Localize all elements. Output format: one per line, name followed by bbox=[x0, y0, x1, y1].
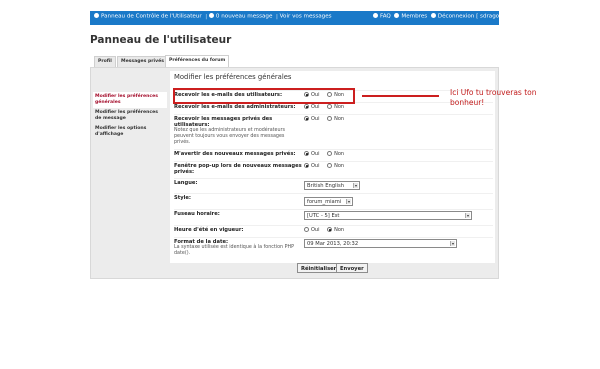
radio-yes-label: Oui bbox=[311, 227, 320, 233]
highlight-box bbox=[173, 88, 355, 104]
date-format-select[interactable]: 09 Mar 2013, 20:32 bbox=[304, 239, 457, 248]
chevron-down-icon bbox=[465, 213, 470, 218]
sidebar-item-display-options[interactable]: Modifier les options d'affichage bbox=[93, 124, 167, 140]
tab-preferences-forum[interactable]: Préférences du forum bbox=[165, 55, 230, 67]
faq-icon bbox=[373, 13, 378, 18]
radio-yes[interactable] bbox=[304, 116, 309, 121]
radio-yes[interactable] bbox=[304, 151, 309, 156]
form-row-timezone: Fuseau horaire: [UTC - 5] Est bbox=[174, 209, 493, 225]
field-label: Langue: bbox=[174, 180, 198, 186]
chevron-down-icon bbox=[346, 199, 351, 204]
radio-group: Oui Non bbox=[304, 104, 350, 110]
tab-messages-prives[interactable]: Messages privés bbox=[117, 56, 168, 67]
field-label-text: Recevoir les messages privés des utilisa… bbox=[174, 116, 273, 129]
style-select-value: forum_miami bbox=[307, 199, 342, 205]
field-label: Fuseau horaire: bbox=[174, 211, 220, 217]
radio-group: Oui Non bbox=[304, 151, 350, 157]
radio-group: Oui Non bbox=[304, 227, 350, 233]
radio-no[interactable] bbox=[327, 227, 333, 232]
field-note: Notez que les administrateurs et modérat… bbox=[174, 128, 286, 145]
radio-yes-label: Oui bbox=[311, 163, 320, 169]
members-icon bbox=[394, 13, 400, 18]
new-message-link[interactable]: 0 nouveau message bbox=[216, 14, 273, 20]
form-row-popup-pm: Fenêtre pop-up lors de nouveaux messages… bbox=[174, 161, 493, 177]
form-row-private-messages: Recevoir les messages privés des utilisa… bbox=[174, 114, 493, 148]
form-row-dst: Heure d'été en vigueur: Oui Non bbox=[174, 225, 493, 236]
radio-no[interactable] bbox=[327, 104, 333, 109]
navbar-left-links[interactable]: Panneau de Contrôle de l'Utilisateur | 0… bbox=[94, 13, 332, 20]
members-link[interactable]: Membres bbox=[401, 14, 427, 20]
radio-no-label: Non bbox=[334, 163, 345, 169]
annotation-text: Ici Ufo tu trouveras ton bonheur! bbox=[450, 88, 537, 107]
radio-no[interactable] bbox=[327, 116, 333, 121]
submit-button[interactable]: Envoyer bbox=[336, 263, 368, 273]
chevron-down-icon bbox=[353, 183, 358, 188]
radio-group: Oui Non bbox=[304, 116, 350, 122]
navbar-right-links[interactable]: FAQ Membres Déconnexion [ sdragon ] bbox=[373, 13, 507, 20]
radio-yes-label: Oui bbox=[311, 116, 320, 122]
radio-no[interactable] bbox=[327, 163, 333, 168]
form-row-date-format: Format de la date: La syntaxe utilisée e… bbox=[174, 237, 493, 259]
field-label: Format de la date: La syntaxe utilisée e… bbox=[174, 239, 302, 256]
form-row-notify-pm: M'avertir des nouveaux messages privés: … bbox=[174, 149, 493, 160]
radio-yes[interactable] bbox=[304, 163, 309, 168]
date-format-select-value: 09 Mar 2013, 20:32 bbox=[307, 241, 359, 247]
field-label: M'avertir des nouveaux messages privés: bbox=[174, 151, 296, 157]
radio-no-label: Non bbox=[334, 116, 345, 122]
tab-profil[interactable]: Profil bbox=[94, 56, 116, 67]
ucp-link[interactable]: Panneau de Contrôle de l'Utilisateur bbox=[101, 14, 202, 20]
page-title: Panneau de l'utilisateur bbox=[90, 34, 232, 46]
radio-group: Oui Non bbox=[304, 163, 350, 169]
language-select[interactable]: British English bbox=[304, 181, 360, 190]
top-navbar: Panneau de Contrôle de l'Utilisateur | 0… bbox=[90, 11, 507, 25]
language-select-value: British English bbox=[307, 183, 344, 189]
home-icon bbox=[94, 13, 99, 18]
section-title: Modifier les préférences générales bbox=[174, 73, 292, 81]
form-row-language: Langue: British English bbox=[174, 178, 493, 192]
timezone-select-value: [UTC - 5] Est bbox=[307, 213, 340, 219]
radio-yes-label: Oui bbox=[311, 151, 320, 157]
field-label: Recevoir les messages privés des utilisa… bbox=[174, 116, 302, 145]
field-label: Fenêtre pop-up lors de nouveaux messages… bbox=[174, 163, 302, 176]
annotation-line bbox=[362, 95, 439, 97]
radio-yes[interactable] bbox=[304, 227, 309, 232]
sidebar-item-general-prefs[interactable]: Modifier les préférences générales bbox=[93, 92, 167, 108]
field-label: Heure d'été en vigueur: bbox=[174, 227, 244, 233]
radio-no-label: Non bbox=[334, 151, 345, 157]
sidebar: Modifier les préférences générales Modif… bbox=[93, 92, 167, 140]
message-icon bbox=[208, 13, 214, 18]
faq-link[interactable]: FAQ bbox=[380, 14, 391, 20]
view-messages-link[interactable]: Voir vos messages bbox=[280, 14, 332, 20]
timezone-select[interactable]: [UTC - 5] Est bbox=[304, 211, 472, 220]
radio-yes-label: Oui bbox=[311, 104, 320, 110]
field-label: Recevoir les e-mails des administrateurs… bbox=[174, 104, 296, 110]
chevron-down-icon bbox=[450, 241, 455, 246]
style-select[interactable]: forum_miami bbox=[304, 197, 353, 206]
radio-no[interactable] bbox=[327, 151, 333, 156]
radio-no-label: Non bbox=[334, 104, 345, 110]
logout-icon bbox=[430, 13, 436, 18]
reset-button[interactable]: Réinitialiser bbox=[297, 263, 341, 273]
form-row-style: Style: forum_miami bbox=[174, 193, 493, 208]
logout-link[interactable]: Déconnexion [ sdragon ] bbox=[438, 14, 507, 20]
field-label: Style: bbox=[174, 195, 191, 201]
radio-yes[interactable] bbox=[304, 104, 309, 109]
field-note: La syntaxe utilisée est identique à la f… bbox=[174, 245, 295, 256]
radio-no-label: Non bbox=[334, 227, 345, 233]
sidebar-item-message-prefs[interactable]: Modifier les préférences de message bbox=[93, 108, 167, 124]
